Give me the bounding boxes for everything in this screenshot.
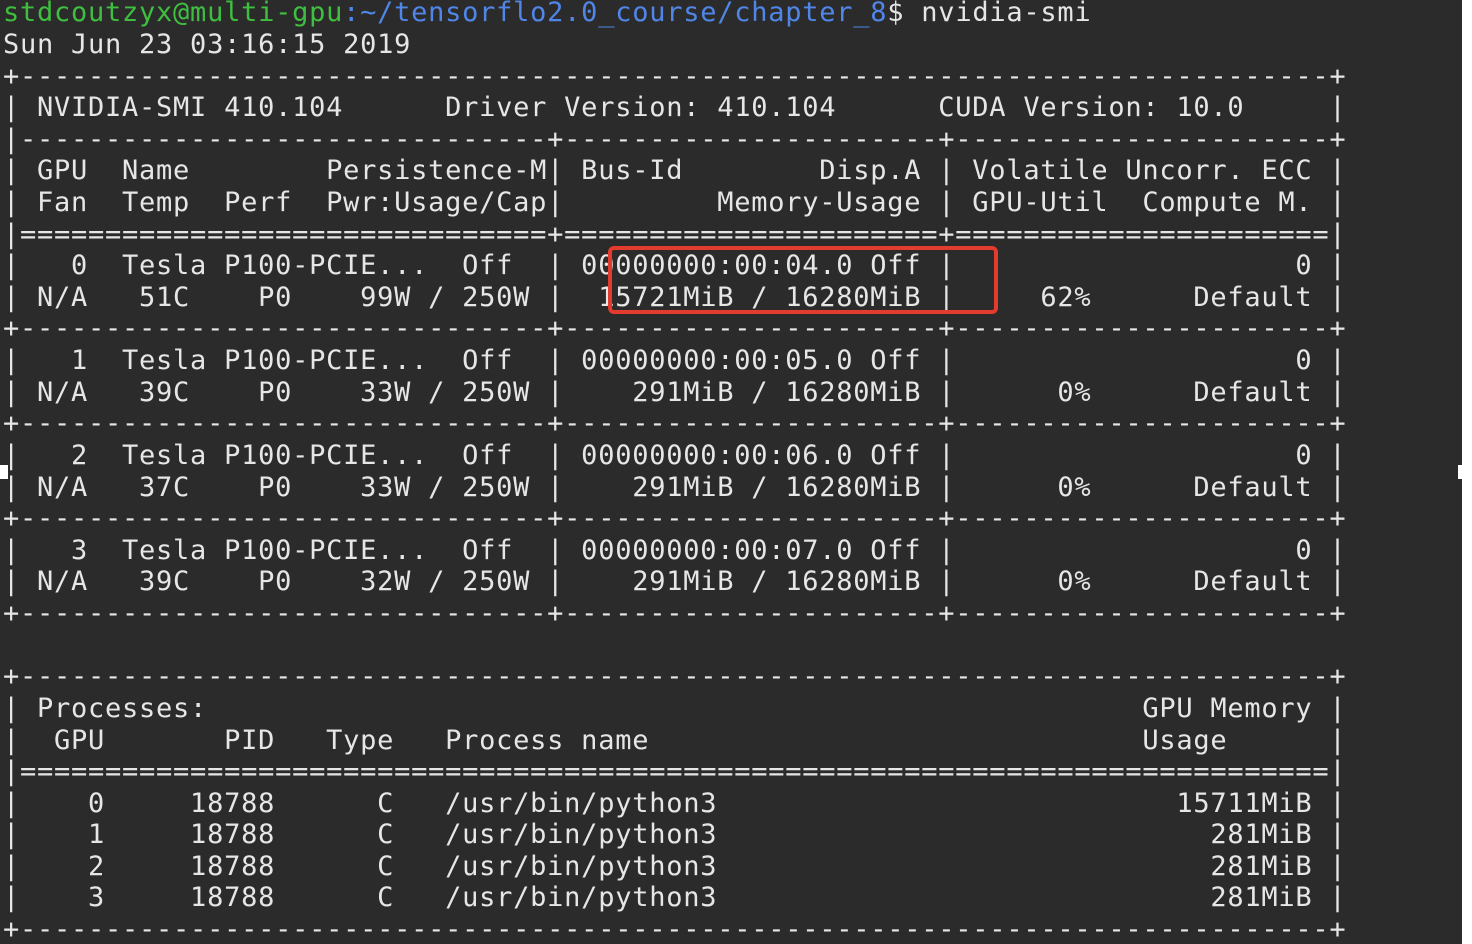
column-header-row-1: | GPU Name Persistence-M| Bus-Id Disp.A … [3,155,1347,186]
prompt-command: nvidia-smi [904,0,1092,28]
timestamp: Sun Jun 23 03:16:15 2019 [3,29,412,60]
table-separator: +---------------------------------------… [3,61,1347,92]
highlight-box [608,246,998,314]
prompt-user: stdcoutzyx@multi-gpu [3,0,344,28]
process-row: | 0 18788 C /usr/bin/python3 15711MiB | [3,788,1347,819]
table-separator: +-------------------------------+-------… [3,503,1347,534]
table-separator: +---------------------------------------… [3,914,1347,944]
table-separator: +-------------------------------+-------… [3,408,1347,439]
processes-header-row-1: | Processes: GPU Memory | [3,693,1347,724]
process-row: | 1 18788 C /usr/bin/python3 281MiB | [3,819,1347,850]
prompt-line: stdcoutzyx@multi-gpu:~/tensorflo2.0_cour… [3,0,1091,29]
screenshot-frame: stdcoutzyx@multi-gpu:~/tensorflo2.0_cour… [0,0,1472,944]
gpu-3-row-2: | N/A 39C P0 32W / 250W | 291MiB / 16280… [3,566,1347,597]
column-header-row-2: | Fan Temp Perf Pwr:Usage/Cap| Memory-Us… [3,187,1347,218]
gpu-2-row-2: | N/A 37C P0 33W / 250W | 291MiB / 16280… [3,472,1347,503]
resize-handle[interactable] [1458,465,1466,479]
table-separator: |=======================================… [3,756,1347,787]
terminal-window[interactable]: stdcoutzyx@multi-gpu:~/tensorflo2.0_cour… [0,0,1462,944]
process-row: | 2 18788 C /usr/bin/python3 281MiB | [3,851,1347,882]
gpu-1-row-2: | N/A 39C P0 33W / 250W | 291MiB / 16280… [3,377,1347,408]
gpu-2-row-1: | 2 Tesla P100-PCIE... Off | 00000000:00… [3,440,1347,471]
table-separator: |-------------------------------+-------… [3,124,1347,155]
gpu-1-row-1: | 1 Tesla P100-PCIE... Off | 00000000:00… [3,345,1347,376]
process-row: | 3 18788 C /usr/bin/python3 281MiB | [3,882,1347,913]
prompt-symbol: $ [887,0,905,28]
version-header: | NVIDIA-SMI 410.104 Driver Version: 410… [3,92,1347,123]
resize-handle[interactable] [0,465,8,479]
prompt-path: :~/tensorflo2.0_course/chapter_8 [343,0,888,28]
table-separator: +---------------------------------------… [3,661,1347,692]
table-separator: +-------------------------------+-------… [3,598,1347,629]
table-separator: +-------------------------------+-------… [3,313,1347,344]
gpu-3-row-1: | 3 Tesla P100-PCIE... Off | 00000000:00… [3,535,1347,566]
processes-header-row-2: | GPU PID Type Process name Usage | [3,725,1347,756]
